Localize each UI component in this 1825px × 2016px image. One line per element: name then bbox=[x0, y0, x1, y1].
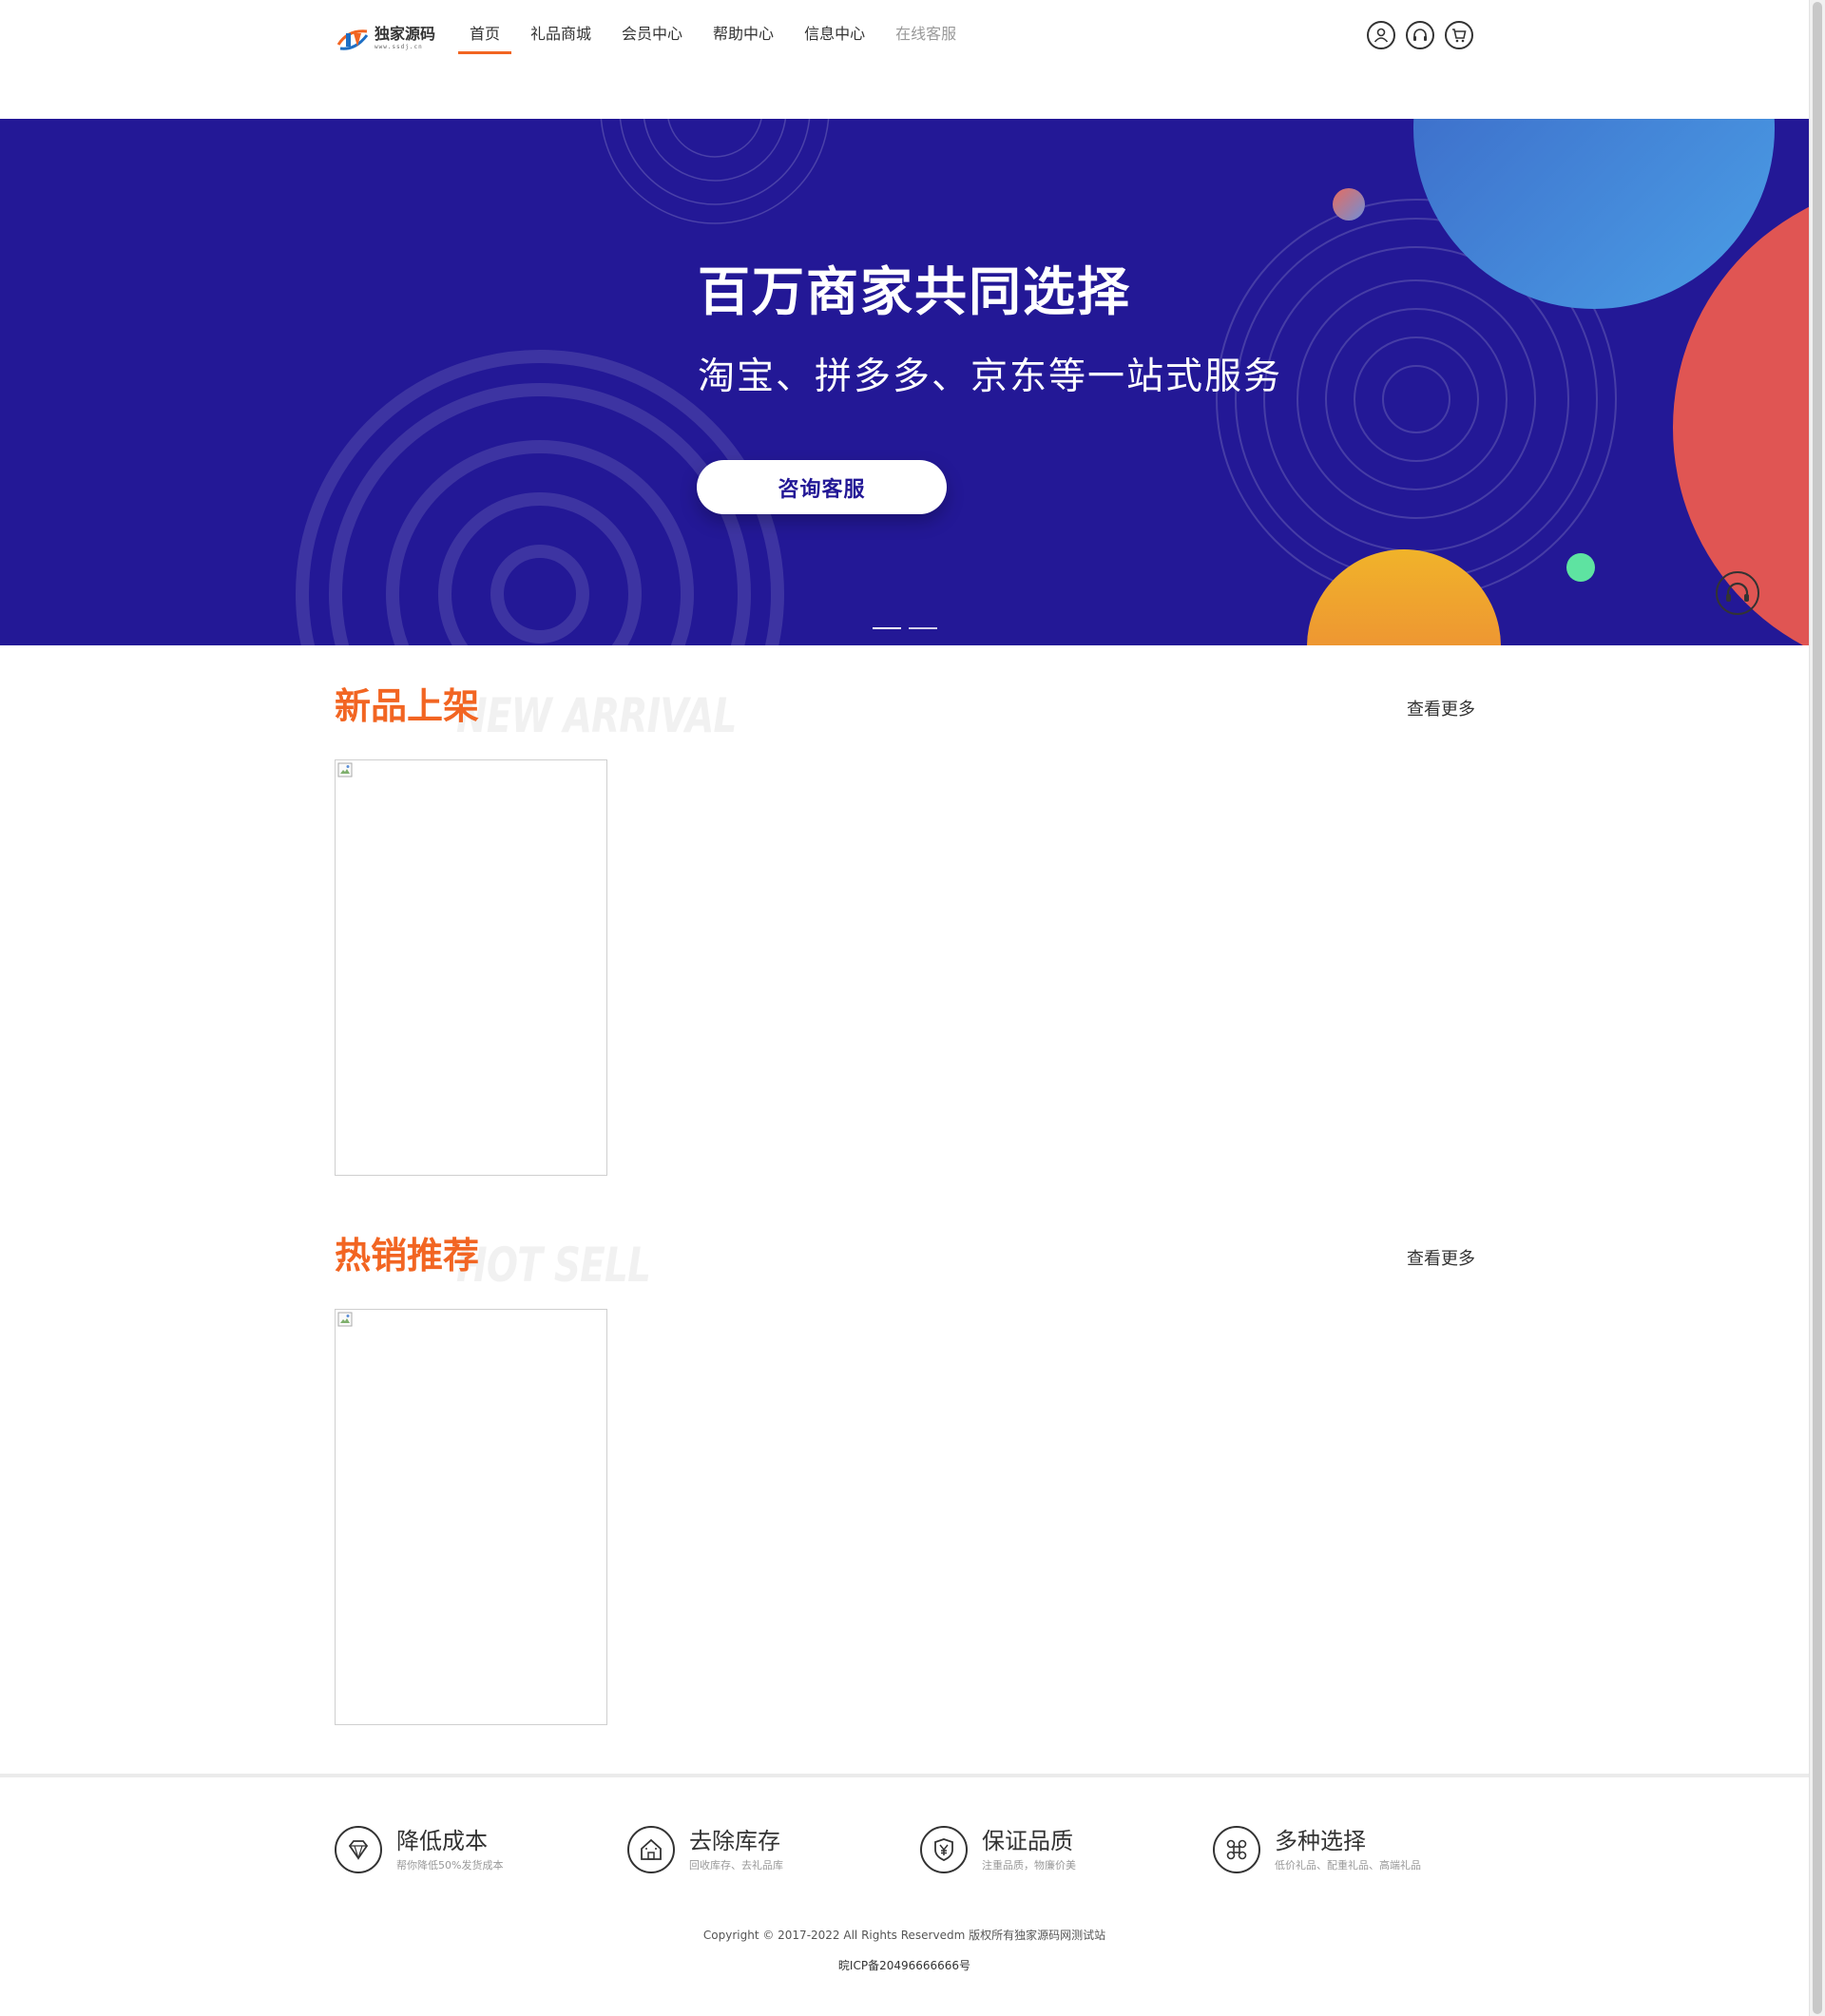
user-icon[interactable] bbox=[1367, 21, 1395, 49]
logo-text: 独家源码 bbox=[375, 24, 436, 43]
banner-subtitle: 淘宝、拼多多、京东等一站式服务 bbox=[698, 355, 1283, 398]
nav-item-home[interactable]: 首页 bbox=[458, 0, 512, 57]
page-scrollbar[interactable] bbox=[1809, 0, 1825, 2016]
cart-icon[interactable] bbox=[1445, 21, 1473, 49]
banner-title: 百万商家共同选择 bbox=[698, 261, 1132, 322]
feature-list: 降低成本 帮你降低50%发货成本 去除库存 回收库存、去礼品库 保证品质 注重品… bbox=[335, 1821, 1475, 1878]
nav-item-gift-mall[interactable]: 礼品商城 bbox=[519, 0, 603, 57]
new-arrival-en-title: NEW ARRIVAL bbox=[456, 688, 737, 743]
nav-item-help-center[interactable]: 帮助中心 bbox=[701, 0, 785, 57]
carousel-indicators bbox=[873, 627, 937, 629]
main-nav: 首页 礼品商城 会员中心 帮助中心 信息中心 在线客服 bbox=[458, 0, 975, 57]
headset-icon[interactable] bbox=[1406, 21, 1434, 49]
house-icon bbox=[627, 1826, 675, 1873]
header-actions bbox=[1367, 21, 1473, 49]
new-arrival-header: NEW ARRIVAL 新品上架 查看更多 bbox=[335, 677, 1475, 743]
hot-sell-header: HOT SELL 热销推荐 查看更多 bbox=[335, 1226, 1475, 1293]
feature-title: 保证品质 bbox=[982, 1828, 1073, 1854]
consult-service-button[interactable]: 咨询客服 bbox=[697, 460, 947, 514]
site-header: 独家源码 www.ssdj.cn 首页 礼品商城 会员中心 帮助中心 信息中心 … bbox=[0, 0, 1809, 119]
new-arrival-title: 新品上架 bbox=[335, 685, 480, 727]
feature-item-reduce-cost: 降低成本 帮你降低50%发货成本 bbox=[335, 1821, 503, 1878]
footer-divider bbox=[0, 1774, 1809, 1777]
footer-icp-link[interactable]: 晥ICP备20496666666号 bbox=[0, 1957, 1809, 1973]
nav-item-member-center[interactable]: 会员中心 bbox=[610, 0, 694, 57]
new-arrival-more-link[interactable]: 查看更多 bbox=[1407, 696, 1475, 720]
scrollbar-thumb[interactable] bbox=[1813, 2, 1822, 2014]
floating-support-icon[interactable] bbox=[1716, 571, 1759, 615]
product-card[interactable] bbox=[335, 759, 607, 1176]
nav-item-online-service[interactable]: 在线客服 bbox=[884, 0, 968, 57]
broken-image-icon bbox=[337, 1312, 353, 1327]
broken-image-icon bbox=[337, 762, 353, 778]
logo-subtext: www.ssdj.cn bbox=[375, 43, 423, 50]
feature-item-choices: 多种选择 低价礼品、配重礼品、高端礼品 bbox=[1213, 1821, 1421, 1878]
footer-copyright: Copyright © 2017-2022 All Rights Reserve… bbox=[702, 1929, 1106, 1942]
feature-title: 降低成本 bbox=[396, 1828, 488, 1854]
diamond-icon bbox=[335, 1826, 382, 1873]
command-icon bbox=[1213, 1826, 1260, 1873]
hot-sell-en-title: HOT SELL bbox=[456, 1238, 651, 1293]
nav-item-info-center[interactable]: 信息中心 bbox=[793, 0, 876, 57]
logo-icon bbox=[336, 29, 369, 50]
product-card[interactable] bbox=[335, 1309, 607, 1725]
feature-desc: 回收库存、去礼品库 bbox=[689, 1859, 783, 1872]
feature-title: 多种选择 bbox=[1275, 1828, 1366, 1854]
carousel-dot-1[interactable] bbox=[873, 627, 901, 629]
feature-desc: 帮你降低50%发货成本 bbox=[396, 1859, 504, 1872]
carousel-dot-2[interactable] bbox=[909, 627, 937, 629]
feature-title: 去除库存 bbox=[689, 1828, 780, 1854]
hero-banner: 百万商家共同选择 淘宝、拼多多、京东等一站式服务 咨询客服 bbox=[0, 119, 1809, 645]
feature-item-clear-inventory: 去除库存 回收库存、去礼品库 bbox=[627, 1821, 783, 1878]
hot-sell-title: 热销推荐 bbox=[335, 1235, 480, 1277]
feature-desc: 低价礼品、配重礼品、高端礼品 bbox=[1275, 1859, 1421, 1872]
feature-item-quality: 保证品质 注重品质，物廉价美 bbox=[920, 1821, 1076, 1878]
hot-sell-more-link[interactable]: 查看更多 bbox=[1407, 1245, 1475, 1270]
feature-desc: 注重品质，物廉价美 bbox=[982, 1859, 1076, 1872]
yen-shield-icon bbox=[920, 1826, 968, 1873]
site-logo[interactable]: 独家源码 www.ssdj.cn bbox=[335, 21, 439, 55]
